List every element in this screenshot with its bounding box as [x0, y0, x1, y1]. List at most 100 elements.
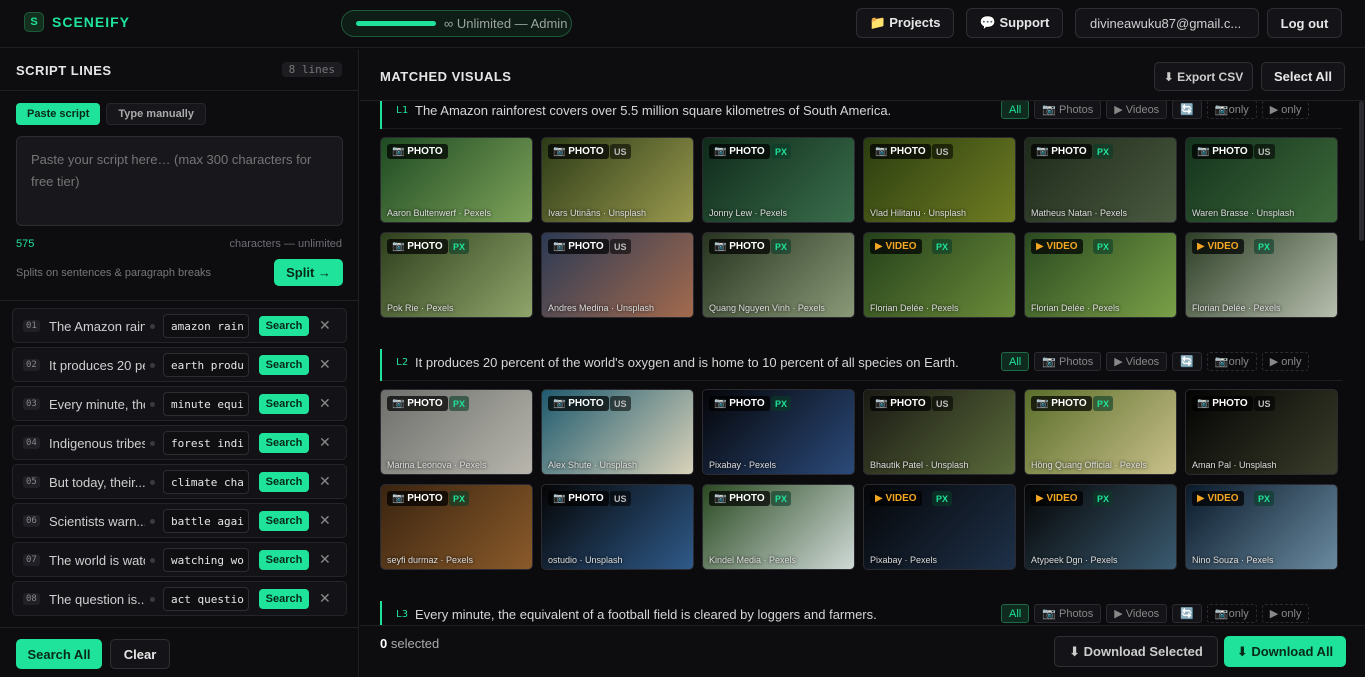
visual-card[interactable]: ▶ VIDEO PX Florian Delée · Pexels — [1024, 232, 1177, 318]
line-text[interactable]: Scientists warn... — [49, 514, 145, 529]
filter-photos-only[interactable]: 📷only — [1206, 352, 1257, 371]
visual-card[interactable]: 📷 PHOTO US Bhautik Patel · Unsplash — [863, 389, 1016, 475]
remove-line-icon[interactable]: ✕ — [319, 434, 331, 451]
visual-card[interactable]: 📷 PHOTO PX Kindel Media · Pexels — [702, 484, 855, 570]
tab-paste-script[interactable]: Paste script — [16, 103, 101, 125]
download-all-button[interactable]: ⬇ Download All — [1224, 636, 1346, 667]
visual-card[interactable]: 📷 PHOTO PX seyfi durmaz · Pexels — [380, 484, 533, 570]
logout-button[interactable]: Log out — [1267, 8, 1342, 38]
line-search-button[interactable]: Search — [259, 433, 309, 453]
support-button[interactable]: 💬 Support — [966, 8, 1063, 38]
visual-card[interactable]: 📷 PHOTO PX Marina Leonova · Pexels — [380, 389, 533, 475]
remove-line-icon[interactable]: ✕ — [319, 590, 331, 607]
script-line-item[interactable]: 04 Indigenous tribes... forest indi Search ✕ — [12, 425, 347, 460]
visual-card[interactable]: 📷 PHOTO US ostudio · Unsplash — [541, 484, 694, 570]
line-search-button[interactable]: Search — [259, 394, 309, 414]
visual-card[interactable]: ▶ VIDEO PX Florian Delée · Pexels — [1185, 232, 1338, 318]
filter-photos-only[interactable]: 📷only — [1206, 101, 1257, 119]
keyword-input[interactable]: battle agai — [163, 509, 249, 533]
visual-card[interactable]: 📷 PHOTO US Aman Pal · Unsplash — [1185, 389, 1338, 475]
card-credit: Ivars Utināns · Unsplash — [548, 208, 647, 218]
visual-card[interactable]: ▶ VIDEO PX Atypeek Dgn · Pexels — [1024, 484, 1177, 570]
filter-videos-only[interactable]: ▶ only — [1261, 101, 1310, 119]
filter-photos[interactable]: 📷 Photos — [1034, 352, 1102, 371]
filter-photos[interactable]: 📷 Photos — [1034, 101, 1102, 119]
keyword-input[interactable]: act questio — [163, 587, 249, 611]
visual-card[interactable]: ▶ VIDEO PX Pixabay · Pexels — [863, 484, 1016, 570]
line-search-button[interactable]: Search — [259, 355, 309, 375]
script-line-item[interactable]: 07 The world is watching... watching wo Sea… — [12, 542, 347, 577]
visual-card[interactable]: ▶ VIDEO PX Florian Delée · Pexels — [863, 232, 1016, 318]
visual-card[interactable]: 📷 PHOTO US Andres Medina · Unsplash — [541, 232, 694, 318]
line-search-button[interactable]: Search — [259, 511, 309, 531]
visual-card[interactable]: 📷 PHOTO PX Quang Nguyen Vinh · Pexels — [702, 232, 855, 318]
logo[interactable]: S SCENEIFY — [24, 12, 130, 32]
visual-card[interactable]: 📷 PHOTO PX Pok Rie · Pexels — [380, 232, 533, 318]
select-all-button[interactable]: Select All — [1261, 62, 1345, 91]
visual-card[interactable]: 📷 PHOTO US Ivars Utināns · Unsplash — [541, 137, 694, 223]
remove-line-icon[interactable]: ✕ — [319, 317, 331, 334]
visual-card[interactable]: 📷 PHOTO US Vlad Hilitanu · Unsplash — [863, 137, 1016, 223]
remove-line-icon[interactable]: ✕ — [319, 356, 331, 373]
line-text[interactable]: The world is watching... — [49, 553, 145, 568]
keyword-input[interactable]: minute equi — [163, 392, 249, 416]
line-text[interactable]: It produces 20 percent... — [49, 358, 145, 373]
remove-line-icon[interactable]: ✕ — [319, 551, 331, 568]
visual-card[interactable]: 📷 PHOTO Aaron Bultenwerf · Pexels — [380, 137, 533, 223]
tab-type-manually[interactable]: Type manually — [106, 103, 206, 125]
script-line-item[interactable]: 06 Scientists warn... battle agai Search ✕ — [12, 503, 347, 538]
refresh-icon[interactable]: 🔄 — [1172, 101, 1202, 119]
filter-videos-only[interactable]: ▶ only — [1261, 604, 1310, 623]
keyword-input[interactable]: earth produ — [163, 353, 249, 377]
line-text[interactable]: The question is... — [49, 592, 145, 607]
filter-videos[interactable]: ▶ Videos — [1106, 604, 1168, 623]
script-line-item[interactable]: 08 The question is... act questio Search ✕ — [12, 581, 347, 616]
clear-button[interactable]: Clear — [110, 639, 170, 669]
line-search-button[interactable]: Search — [259, 472, 309, 492]
keyword-input[interactable]: climate cha — [163, 470, 249, 494]
line-search-button[interactable]: Search — [259, 550, 309, 570]
line-search-button[interactable]: Search — [259, 316, 309, 336]
refresh-icon[interactable]: 🔄 — [1172, 352, 1202, 371]
filter-all[interactable]: All — [1001, 101, 1030, 119]
visual-card[interactable]: 📷 PHOTO US Alex Shute · Unsplash — [541, 389, 694, 475]
line-text[interactable]: The Amazon rainforest... — [49, 319, 145, 334]
filter-photos-only[interactable]: 📷only — [1206, 604, 1257, 623]
remove-line-icon[interactable]: ✕ — [319, 512, 331, 529]
projects-button[interactable]: 📁 Projects — [856, 8, 954, 38]
visual-card[interactable]: 📷 PHOTO PX Jonny Lew · Pexels — [702, 137, 855, 223]
user-email[interactable]: divineawuku87@gmail.c... — [1075, 8, 1259, 38]
visual-card[interactable]: ▶ VIDEO PX Nino Souza · Pexels — [1185, 484, 1338, 570]
filter-all[interactable]: All — [1001, 352, 1030, 371]
visual-card[interactable]: 📷 PHOTO PX Matheus Natan · Pexels — [1024, 137, 1177, 223]
script-line-item[interactable]: 05 But today, their... climate cha Search ✕ — [12, 464, 347, 499]
filter-photos[interactable]: 📷 Photos — [1034, 604, 1102, 623]
keyword-input[interactable]: watching wo — [163, 548, 249, 572]
script-line-item[interactable]: 02 It produces 20 percent... earth produ Se… — [12, 347, 347, 382]
filter-videos[interactable]: ▶ Videos — [1106, 101, 1168, 119]
script-textarea[interactable] — [16, 136, 343, 226]
remove-line-icon[interactable]: ✕ — [319, 395, 331, 412]
line-text[interactable]: Every minute, the equivalent... — [49, 397, 145, 412]
matched-visuals-scroll[interactable]: L1 The Amazon rainforest covers over 5.5 … — [360, 101, 1365, 625]
keyword-input[interactable]: amazon rain — [163, 314, 249, 338]
remove-line-icon[interactable]: ✕ — [319, 473, 331, 490]
refresh-icon[interactable]: 🔄 — [1172, 604, 1202, 623]
filter-videos[interactable]: ▶ Videos — [1106, 352, 1168, 371]
filter-all[interactable]: All — [1001, 604, 1030, 623]
export-csv-button[interactable]: ⬇ Export CSV — [1154, 62, 1253, 91]
split-button[interactable]: Split → — [274, 259, 343, 286]
keyword-input[interactable]: forest indi — [163, 431, 249, 455]
script-line-item[interactable]: 03 Every minute, the equivalent... minute … — [12, 386, 347, 421]
search-all-button[interactable]: Search All — [16, 639, 102, 669]
visual-card[interactable]: 📷 PHOTO PX Hồng Quang Official · Pexels — [1024, 389, 1177, 475]
line-search-button[interactable]: Search — [259, 589, 309, 609]
scrollbar[interactable] — [1359, 101, 1364, 241]
line-text[interactable]: But today, their... — [49, 475, 145, 490]
line-text[interactable]: Indigenous tribes... — [49, 436, 145, 451]
visual-card[interactable]: 📷 PHOTO PX Pixabay · Pexels — [702, 389, 855, 475]
script-line-item[interactable]: 01 The Amazon rainforest... amazon rain Sea… — [12, 308, 347, 343]
download-selected-button[interactable]: ⬇ Download Selected — [1054, 636, 1218, 667]
filter-videos-only[interactable]: ▶ only — [1261, 352, 1310, 371]
visual-card[interactable]: 📷 PHOTO US Waren Brasse · Unsplash — [1185, 137, 1338, 223]
